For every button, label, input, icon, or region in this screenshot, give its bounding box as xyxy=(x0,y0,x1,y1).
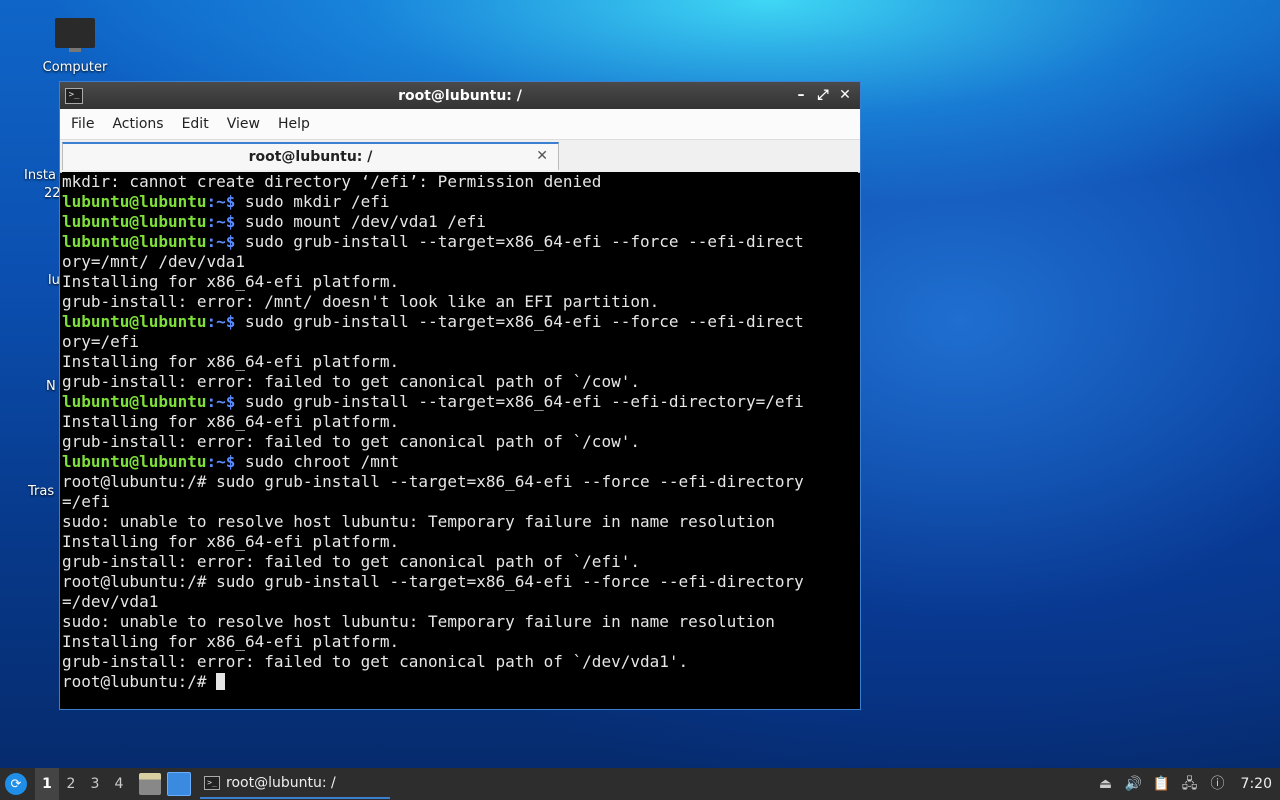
terminal-line: lubuntu@lubuntu:~$ sudo grub-install --t… xyxy=(62,312,858,332)
eject-icon[interactable]: ⏏ xyxy=(1097,775,1115,793)
terminal-line: lubuntu@lubuntu:~$ sudo grub-install --t… xyxy=(62,232,858,252)
terminal-line: grub-install: error: failed to get canon… xyxy=(62,432,640,451)
text-cursor xyxy=(216,673,226,690)
terminal-line: lubuntu@lubuntu:~$ sudo grub-install --t… xyxy=(62,392,858,412)
terminal-line: =/efi xyxy=(62,492,111,511)
minimize-button[interactable]: – xyxy=(792,86,810,104)
terminal-line: mkdir: cannot create directory ‘/efi’: P… xyxy=(62,172,602,191)
command-text: sudo mkdir /efi xyxy=(235,192,390,211)
desktop-icon-partial[interactable]: N xyxy=(46,379,56,394)
terminal-line: grub-install: error: failed to get canon… xyxy=(62,372,640,391)
terminal-line: Installing for x86_64-efi platform. xyxy=(62,272,400,291)
taskbar-task-terminal[interactable]: >_ root@lubuntu: / xyxy=(200,769,390,799)
prompt-user: lubuntu@lubuntu xyxy=(62,312,207,331)
prompt-user: lubuntu@lubuntu xyxy=(62,392,207,411)
tab-label: root@lubuntu: / xyxy=(248,149,373,165)
prompt-user: lubuntu@lubuntu xyxy=(62,212,207,231)
prompt-user: lubuntu@lubuntu xyxy=(62,232,207,251)
workspace-3[interactable]: 3 xyxy=(83,768,107,800)
terminal-line: =/dev/vda1 xyxy=(62,592,159,611)
terminal-line: Installing for x86_64-efi platform. xyxy=(62,412,400,431)
terminal-line: lubuntu@lubuntu:~$ sudo mkdir /efi xyxy=(62,192,858,212)
window-titlebar[interactable]: >_ root@lubuntu: / – ⤢ ✕ xyxy=(60,82,860,109)
clock[interactable]: 7:20 xyxy=(1241,776,1272,792)
prompt-path: :~$ xyxy=(206,392,236,411)
desktop-icon-partial[interactable]: Tras xyxy=(28,484,54,499)
task-label: root@lubuntu: / xyxy=(226,775,336,791)
prompt-path: :~$ xyxy=(206,452,236,471)
workspace-2[interactable]: 2 xyxy=(59,768,83,800)
network-icon[interactable]: 🖧 xyxy=(1181,775,1199,793)
tab-bar: root@lubuntu: / ✕ xyxy=(60,140,860,173)
file-manager-icon[interactable] xyxy=(139,773,161,795)
terminal-line: Installing for x86_64-efi platform. xyxy=(62,352,400,371)
terminal-line: root@lubuntu:/# sudo grub-install --targ… xyxy=(62,472,804,491)
show-desktop-icon[interactable] xyxy=(167,772,191,796)
terminal-window: >_ root@lubuntu: / – ⤢ ✕ File Actions Ed… xyxy=(59,81,861,710)
terminal-line: ory=/mnt/ /dev/vda1 xyxy=(62,252,246,271)
command-text: sudo chroot /mnt xyxy=(235,452,400,471)
terminal-line: lubuntu@lubuntu:~$ sudo mount /dev/vda1 … xyxy=(62,212,858,232)
desktop-icon-computer[interactable]: Computer xyxy=(38,18,112,75)
tab-terminal[interactable]: root@lubuntu: / ✕ xyxy=(62,142,559,170)
terminal-line: sudo: unable to resolve host lubuntu: Te… xyxy=(62,512,775,531)
desktop-icon-partial[interactable]: Insta xyxy=(24,168,56,183)
menu-actions[interactable]: Actions xyxy=(103,116,172,132)
terminal-line: sudo: unable to resolve host lubuntu: Te… xyxy=(62,612,775,631)
volume-icon[interactable]: 🔊 xyxy=(1125,775,1143,793)
terminal-line: root@lubuntu:/# sudo grub-install --targ… xyxy=(62,572,804,591)
menubar: File Actions Edit View Help xyxy=(60,109,860,140)
prompt-text: root@lubuntu:/# xyxy=(62,672,217,691)
clipboard-icon[interactable]: 📋 xyxy=(1153,775,1171,793)
terminal-icon: >_ xyxy=(65,87,83,104)
window-title: root@lubuntu: / xyxy=(398,87,522,104)
terminal-output[interactable]: mkdir: cannot create directory ‘/efi’: P… xyxy=(62,172,858,709)
workspace-4[interactable]: 4 xyxy=(107,768,131,800)
command-text: sudo grub-install --target=x86_64-efi --… xyxy=(235,312,804,331)
command-text: sudo grub-install --target=x86_64-efi --… xyxy=(235,392,804,411)
prompt-user: lubuntu@lubuntu xyxy=(62,452,207,471)
terminal-line: Installing for x86_64-efi platform. xyxy=(62,532,400,551)
menu-edit[interactable]: Edit xyxy=(173,116,218,132)
terminal-line: grub-install: error: failed to get canon… xyxy=(62,652,689,671)
terminal-line: grub-install: error: failed to get canon… xyxy=(62,552,640,571)
terminal-current-prompt[interactable]: root@lubuntu:/# xyxy=(62,672,858,692)
workspace-1[interactable]: 1 xyxy=(35,768,59,800)
terminal-line: Installing for x86_64-efi platform. xyxy=(62,632,400,651)
notification-icon[interactable]: ⓘ xyxy=(1209,775,1227,793)
desktop-icon-label: Computer xyxy=(42,60,108,75)
prompt-path: :~$ xyxy=(206,212,236,231)
computer-icon xyxy=(55,18,95,52)
menu-file[interactable]: File xyxy=(62,116,103,132)
prompt-path: :~$ xyxy=(206,232,236,251)
menu-view[interactable]: View xyxy=(218,116,269,132)
prompt-path: :~$ xyxy=(206,312,236,331)
tab-close-icon[interactable]: ✕ xyxy=(536,148,548,164)
taskbar: ⟳ 1 2 3 4 >_ root@lubuntu: / ⏏ 🔊 📋 🖧 ⓘ 7… xyxy=(0,768,1280,800)
terminal-line: lubuntu@lubuntu:~$ sudo chroot /mnt xyxy=(62,452,858,472)
command-text: sudo mount /dev/vda1 /efi xyxy=(235,212,486,231)
prompt-path: :~$ xyxy=(206,192,236,211)
start-menu-button[interactable]: ⟳ xyxy=(5,773,27,795)
terminal-line: ory=/efi xyxy=(62,332,140,351)
terminal-icon: >_ xyxy=(204,776,220,790)
command-text: sudo grub-install --target=x86_64-efi --… xyxy=(235,232,804,251)
menu-help[interactable]: Help xyxy=(269,116,319,132)
prompt-user: lubuntu@lubuntu xyxy=(62,192,207,211)
terminal-line: grub-install: error: /mnt/ doesn't look … xyxy=(62,292,660,311)
close-button[interactable]: ✕ xyxy=(836,86,854,104)
maximize-button[interactable]: ⤢ xyxy=(814,86,832,104)
system-tray: ⏏ 🔊 📋 🖧 ⓘ 7:20 xyxy=(1097,768,1280,800)
